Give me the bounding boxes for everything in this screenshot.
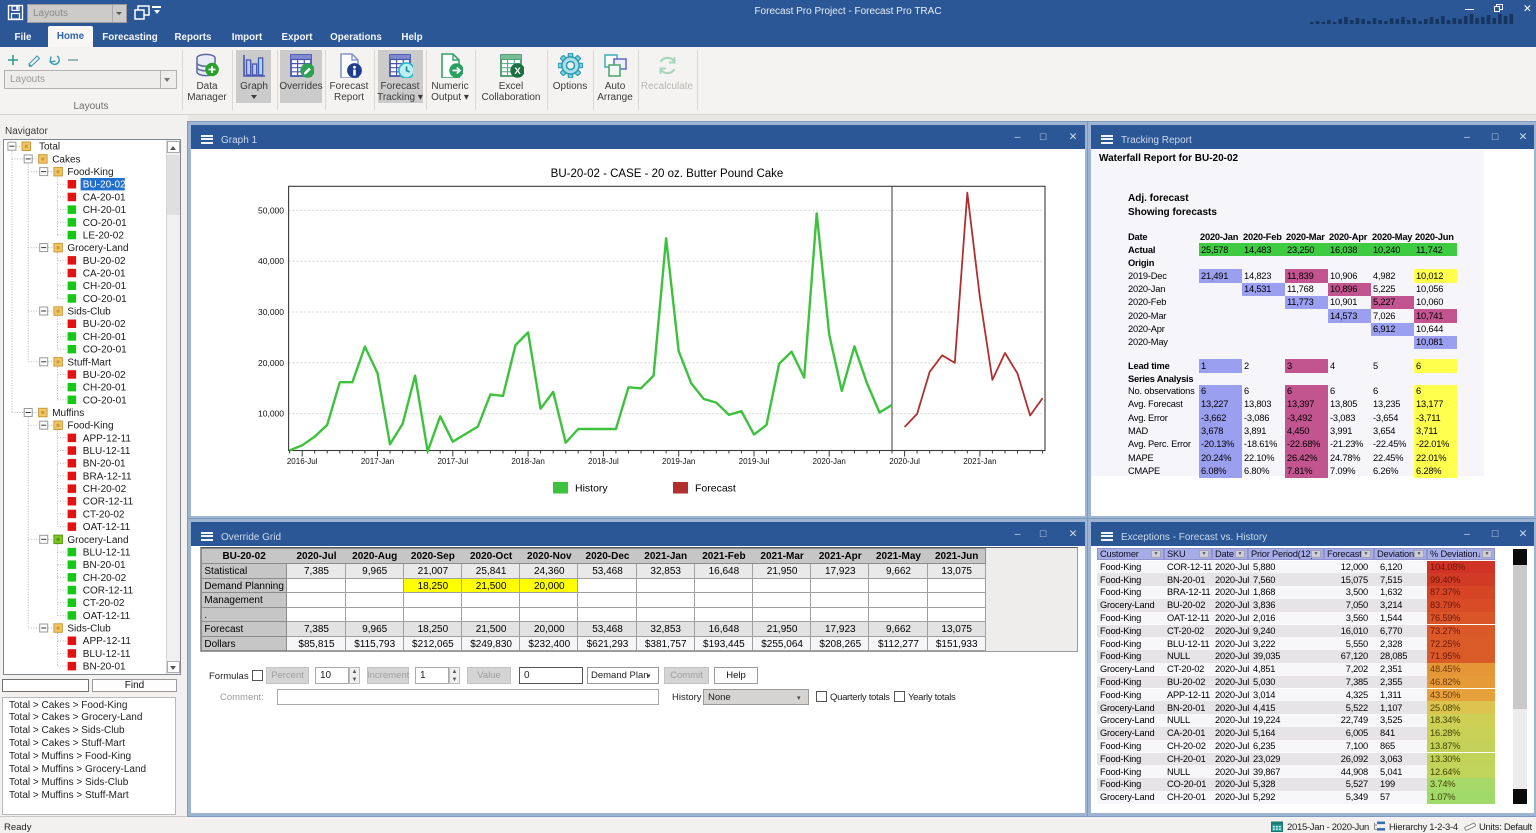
svg-text:Stuff-Mart: Stuff-Mart xyxy=(67,357,111,368)
svg-text:2018-Jan: 2018-Jan xyxy=(511,457,544,466)
svg-text:BLU-12-11: BLU-12-11 xyxy=(83,649,131,660)
svg-text:CA-20-01: CA-20-01 xyxy=(83,192,126,203)
svg-text:Muffins: Muffins xyxy=(52,408,84,419)
svg-text:Sids-Club: Sids-Club xyxy=(67,624,111,635)
svg-text:CA-20-01: CA-20-01 xyxy=(83,269,126,280)
svg-text:Forecast: Forecast xyxy=(695,483,736,495)
svg-text:CO-20-01: CO-20-01 xyxy=(83,218,127,229)
svg-text:Sids-Club: Sids-Club xyxy=(67,307,111,318)
svg-text:20,000: 20,000 xyxy=(258,358,284,368)
svg-text:2017-Jul: 2017-Jul xyxy=(437,457,468,466)
svg-text:Grocery-Land: Grocery-Land xyxy=(67,243,128,254)
svg-text:2021-Jan: 2021-Jan xyxy=(963,457,996,466)
svg-text:COR-12-11: COR-12-11 xyxy=(83,497,134,508)
svg-text:CO-20-01: CO-20-01 xyxy=(83,345,127,356)
svg-text:BLU-12-11: BLU-12-11 xyxy=(83,548,131,559)
svg-text:CH-20-01: CH-20-01 xyxy=(83,281,127,292)
svg-text:X: X xyxy=(514,66,521,77)
svg-text:APP-12-11: APP-12-11 xyxy=(83,636,132,647)
svg-text:Cakes: Cakes xyxy=(52,154,80,165)
svg-text:BU-20-02: BU-20-02 xyxy=(83,319,126,330)
svg-text:BU-20-02: BU-20-02 xyxy=(83,180,126,191)
svg-text:BU-20-02: BU-20-02 xyxy=(83,370,126,381)
svg-text:CH-20-02: CH-20-02 xyxy=(83,484,127,495)
svg-text:30,000: 30,000 xyxy=(258,307,284,317)
svg-text:2019-Jul: 2019-Jul xyxy=(739,457,770,466)
svg-text:BU-20-02 - CASE - 20 oz. Butte: BU-20-02 - CASE - 20 oz. Butter Pound Ca… xyxy=(551,168,784,180)
svg-text:Food-King: Food-King xyxy=(67,167,113,178)
svg-text:Grocery-Land: Grocery-Land xyxy=(67,535,128,546)
svg-text:LE-20-02: LE-20-02 xyxy=(83,231,125,242)
svg-text:CH-20-01: CH-20-01 xyxy=(83,205,127,216)
svg-text:CH-20-01: CH-20-01 xyxy=(83,383,127,394)
svg-text:2016-Jul: 2016-Jul xyxy=(287,457,318,466)
svg-text:BN-20-01: BN-20-01 xyxy=(83,560,126,571)
svg-text:50,000: 50,000 xyxy=(258,205,284,215)
svg-text:BN-20-01: BN-20-01 xyxy=(83,662,126,673)
svg-text:10,000: 10,000 xyxy=(258,409,284,419)
svg-text:BN-20-01: BN-20-01 xyxy=(83,459,126,470)
svg-text:CH-20-01: CH-20-01 xyxy=(83,332,127,343)
svg-text:BU-20-02: BU-20-02 xyxy=(83,256,126,267)
svg-text:History: History xyxy=(575,483,608,495)
svg-text:40,000: 40,000 xyxy=(258,256,284,266)
svg-text:CT-20-02: CT-20-02 xyxy=(83,509,125,520)
svg-text:CT-20-02: CT-20-02 xyxy=(83,598,125,609)
svg-text:OAT-12-11: OAT-12-11 xyxy=(83,611,131,622)
svg-text:2017-Jan: 2017-Jan xyxy=(361,457,394,466)
svg-text:2019-Jan: 2019-Jan xyxy=(662,457,695,466)
svg-text:2020-Jul: 2020-Jul xyxy=(889,457,920,466)
svg-text:2020-Jan: 2020-Jan xyxy=(813,457,846,466)
svg-text:CO-20-01: CO-20-01 xyxy=(83,395,127,406)
svg-text:APP-12-11: APP-12-11 xyxy=(83,433,132,444)
svg-text:BRA-12-11: BRA-12-11 xyxy=(83,471,132,482)
svg-text:OAT-12-11: OAT-12-11 xyxy=(83,522,131,533)
svg-text:CH-20-02: CH-20-02 xyxy=(83,573,127,584)
svg-text:CO-20-01: CO-20-01 xyxy=(83,294,127,305)
svg-text:COR-12-11: COR-12-11 xyxy=(83,586,134,597)
svg-text:2018-Jul: 2018-Jul xyxy=(588,457,619,466)
svg-text:Food-King: Food-King xyxy=(67,421,113,432)
svg-text:BLU-12-11: BLU-12-11 xyxy=(83,446,131,457)
svg-text:Total: Total xyxy=(39,142,60,153)
